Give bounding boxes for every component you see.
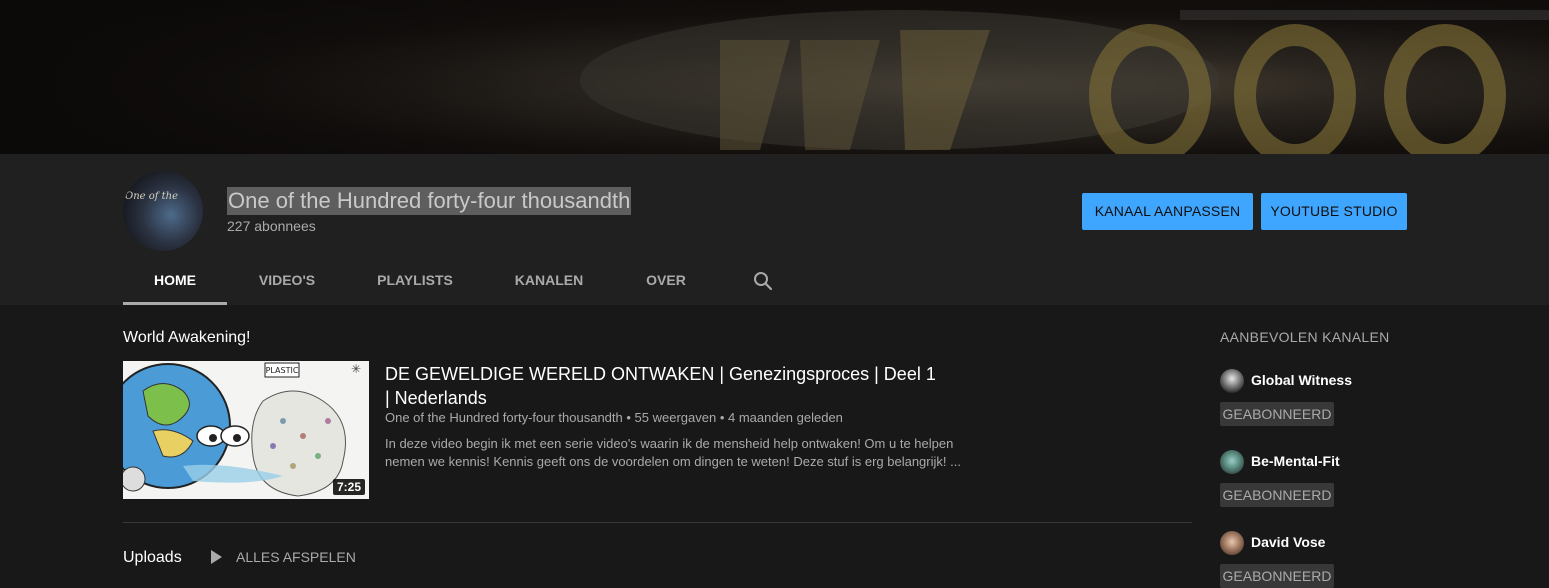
subscribed-button[interactable]: GEABONNEERD	[1220, 483, 1334, 507]
tab-home[interactable]: HOME	[123, 258, 227, 305]
play-icon	[211, 550, 222, 565]
uploads-title: Uploads	[123, 549, 182, 566]
channel-avatar-small[interactable]	[1220, 450, 1244, 474]
tab-channels-label: KANALEN	[514, 272, 584, 288]
tab-playlists[interactable]: PLAYLISTS	[347, 258, 483, 305]
channel-banner	[0, 0, 1549, 154]
play-all-label: ALLES AFSPELEN	[236, 549, 356, 565]
channel-header: One of the One of the Hundred forty-four…	[0, 154, 1549, 305]
recommended-channel-name[interactable]: Global Witness	[1251, 372, 1352, 388]
tab-videos-label: VIDEO'S	[258, 272, 316, 288]
video-title[interactable]: DE GEWELDIGE WERELD ONTWAKEN | Genezings…	[385, 362, 945, 410]
customize-channel-button[interactable]: KANAAL AANPASSEN	[1082, 193, 1253, 230]
video-thumbnail[interactable]: PLASTIC ✳ 7:25	[123, 361, 369, 499]
subscribed-button[interactable]: GEABONNEERD	[1220, 564, 1334, 588]
thumbnail-illustration: PLASTIC ✳	[123, 361, 369, 499]
tab-playlists-label: PLAYLISTS	[377, 272, 453, 288]
video-meta: One of the Hundred forty-four thousandth…	[385, 410, 843, 425]
thumbnail-sign-text: PLASTIC	[266, 366, 299, 375]
avatar-text: One of the	[125, 191, 179, 202]
tab-about[interactable]: OVER	[615, 258, 717, 305]
banner-art	[0, 0, 1549, 154]
recommended-channel-name[interactable]: Be-Mental-Fit	[1251, 453, 1340, 469]
channel-avatar-small[interactable]	[1220, 531, 1244, 555]
tab-videos[interactable]: VIDEO'S	[227, 258, 347, 305]
search-icon[interactable]	[752, 270, 774, 292]
subscribed-button[interactable]: GEABONNEERD	[1220, 402, 1334, 426]
section-divider	[123, 522, 1192, 523]
tab-home-label: HOME	[154, 272, 196, 288]
featured-section-title: World Awakening!	[123, 329, 251, 346]
channel-home-content: World Awakening! PLASTIC ✳ 7:25 DE GEWEL…	[0, 305, 1549, 588]
recommended-channel-name[interactable]: David Vose	[1251, 534, 1325, 550]
channel-avatar-small[interactable]	[1220, 369, 1244, 393]
subscriber-count: 227 abonnees	[227, 218, 316, 234]
channel-avatar[interactable]: One of the	[123, 171, 203, 251]
channel-title: One of the Hundred forty-four thousandth	[227, 187, 632, 215]
video-description: In deze video begin ik met een serie vid…	[385, 436, 961, 469]
tab-about-label: OVER	[646, 272, 686, 288]
video-duration: 7:25	[332, 479, 365, 495]
tab-channels[interactable]: KANALEN	[483, 258, 615, 305]
recommended-channels-title: AANBEVOLEN KANALEN	[1220, 329, 1390, 345]
youtube-studio-button[interactable]: YOUTUBE STUDIO	[1261, 193, 1407, 230]
play-all-button[interactable]: ALLES AFSPELEN	[211, 549, 356, 569]
svg-text:✳: ✳	[351, 362, 361, 376]
